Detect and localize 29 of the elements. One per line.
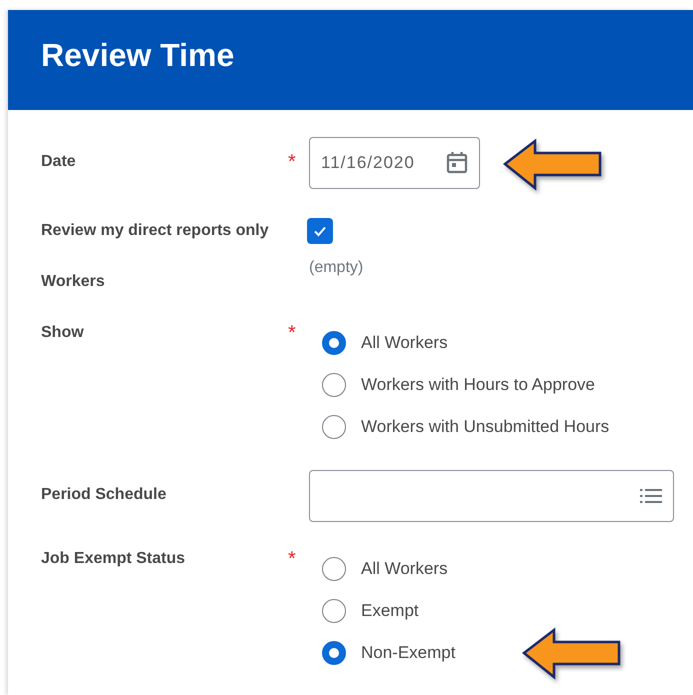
field-label: Period Schedule — [41, 485, 168, 505]
checkbox[interactable] — [307, 218, 333, 244]
select-field[interactable] — [309, 470, 674, 522]
date-field[interactable]: 11/16/2020 — [309, 137, 480, 189]
required-mark: * — [288, 548, 296, 570]
empty-value: (empty) — [309, 259, 364, 276]
field-label: Workers — [41, 272, 106, 292]
radio-button[interactable] — [322, 641, 346, 665]
radio-button[interactable] — [322, 557, 346, 581]
option-label[interactable]: All Workers — [361, 559, 448, 579]
field-label: Job Exempt Status — [41, 549, 186, 569]
required-mark: * — [288, 322, 296, 344]
radio-button[interactable] — [322, 415, 346, 439]
calendar-icon[interactable] — [446, 151, 468, 175]
option-label[interactable]: Workers with Unsubmitted Hours — [361, 417, 610, 437]
field-label: Show — [41, 323, 85, 343]
option-label[interactable]: Non-Exempt — [361, 643, 456, 663]
radio-button[interactable] — [322, 599, 346, 623]
list-icon[interactable] — [640, 488, 662, 504]
option-label[interactable]: Exempt — [361, 601, 419, 621]
check-icon — [313, 225, 327, 237]
option-label[interactable]: Workers with Hours to Approve — [361, 375, 595, 395]
radio-button[interactable] — [322, 373, 346, 397]
page-title: Review Time — [41, 36, 236, 74]
field-label: Review my direct reports only — [41, 221, 270, 241]
option-label[interactable]: All Workers — [361, 333, 448, 353]
field-label: Date — [41, 152, 77, 172]
required-mark: * — [288, 151, 296, 173]
radio-button[interactable] — [322, 331, 346, 355]
